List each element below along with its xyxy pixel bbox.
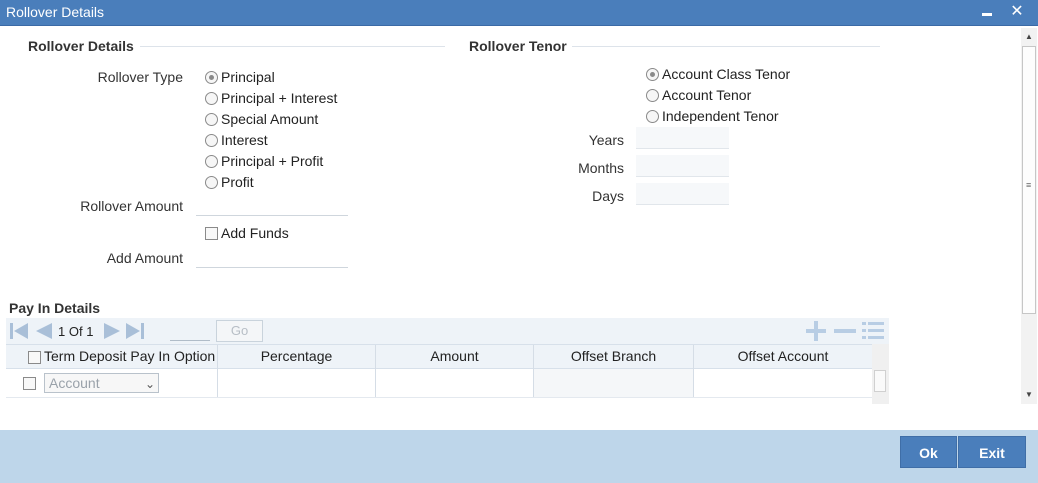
ok-button[interactable]: Ok [900,436,957,468]
pay-in-option-value: Account [49,375,100,391]
days-input[interactable] [636,183,729,205]
close-icon[interactable]: ✕ [1006,1,1028,23]
add-amount-label: Add Amount [106,250,183,266]
rollover-type-option-label: Principal + Profit [221,153,324,169]
minimize-icon[interactable] [976,1,998,23]
single-record-view-icon[interactable] [860,319,886,343]
section-divider [140,46,445,47]
rollover-type-option-0[interactable]: Principal [205,69,275,85]
rollover-tenor-option-2[interactable]: Independent Tenor [646,108,779,124]
window-title: Rollover Details [6,4,105,20]
previous-page-icon[interactable] [32,321,54,341]
days-label: Days [592,188,624,204]
rollover-type-radio[interactable] [205,70,218,84]
column-header-offset-account[interactable]: Offset Account [694,345,872,369]
rollover-tenor-option-label: Independent Tenor [662,108,779,124]
rollover-type-option-label: Principal + Interest [221,90,338,106]
delete-row-icon[interactable] [832,319,858,343]
offset-branch-cell[interactable] [534,369,694,397]
rollover-type-radio[interactable] [205,133,218,147]
rollover-tenor-option-1[interactable]: Account Tenor [646,87,751,103]
years-label: Years [588,132,624,148]
dialog-footer: Ok Exit [0,430,1038,483]
pay-in-pager: 1 Of 1 Go [6,318,889,344]
rollover-tenor-radio[interactable] [646,88,659,102]
rollover-tenor-option-label: Account Tenor [662,87,752,103]
total-pages: 1 [86,324,94,339]
scroll-grip-icon: ≡ [1026,180,1032,190]
rollover-type-radio[interactable] [205,175,218,189]
rollover-tenor-option-label: Account Class Tenor [662,66,791,82]
column-header-pay-in-option[interactable]: Term Deposit Pay In Option [6,345,218,369]
rollover-type-option-label: Interest [221,132,268,148]
last-page-icon[interactable] [124,321,148,341]
main-scrollbar-thumb[interactable]: ≡ [1022,46,1036,314]
exit-button[interactable]: Exit [958,436,1026,468]
scroll-down-icon[interactable]: ▼ [1025,390,1033,399]
rollover-tenor-radio[interactable] [646,109,659,123]
pay-in-grid-header: Term Deposit Pay In Option Percentage Am… [6,344,872,369]
first-page-icon[interactable] [8,321,32,341]
amount-cell[interactable] [376,369,534,397]
page-indicator: 1 Of 1 [58,324,93,339]
grid-scrollbar[interactable] [872,344,889,404]
column-header-amount[interactable]: Amount [376,345,534,369]
rollover-type-option-label: Profit [221,174,254,190]
select-all-checkbox[interactable] [28,351,41,364]
page-number-input[interactable] [170,321,210,341]
rollover-amount-input[interactable] [196,194,348,216]
percentage-cell[interactable] [218,369,376,397]
next-page-icon[interactable] [102,321,124,341]
main-scrollbar[interactable]: ▲ ≡ ▼ [1021,28,1037,404]
offset-account-cell[interactable] [694,369,872,397]
window-title-bar: Rollover Details ✕ [0,0,1038,26]
rollover-details-section-title: Rollover Details [28,38,134,54]
pay-in-option-cell: Account ⌄ [6,369,218,397]
add-funds-checkbox[interactable] [205,226,218,240]
rollover-type-label: Rollover Type [97,69,183,85]
scroll-up-icon[interactable]: ▲ [1025,32,1033,41]
rollover-tenor-section-title: Rollover Tenor [469,38,567,54]
add-funds-row[interactable]: Add Funds [205,225,289,241]
rollover-type-radio[interactable] [205,112,218,126]
pay-in-details-section-title: Pay In Details [9,300,101,316]
pay-in-option-select[interactable]: Account ⌄ [44,373,159,393]
months-label: Months [578,160,624,176]
rollover-type-option-label: Special Amount [221,111,319,127]
column-label: Term Deposit Pay In Option [44,348,216,364]
rollover-type-option-2[interactable]: Special Amount [205,111,318,127]
rollover-tenor-radio[interactable] [646,67,659,81]
years-input[interactable] [636,127,729,149]
chevron-down-icon: ⌄ [144,377,155,391]
row-select-checkbox[interactable] [23,377,36,390]
grid-scrollbar-thumb[interactable] [874,370,886,392]
add-amount-input[interactable] [196,246,348,268]
add-funds-label: Add Funds [221,225,289,241]
rollover-amount-label: Rollover Amount [80,198,183,214]
page-of-label: Of [68,324,83,339]
rollover-type-option-5[interactable]: Profit [205,174,254,190]
rollover-type-option-4[interactable]: Principal + Profit [205,153,323,169]
go-button[interactable]: Go [216,320,263,342]
add-row-icon[interactable] [804,319,828,343]
rollover-tenor-option-0[interactable]: Account Class Tenor [646,66,790,82]
rollover-type-radio[interactable] [205,154,218,168]
table-row: Account ⌄ [6,369,872,398]
rollover-type-option-1[interactable]: Principal + Interest [205,90,337,106]
current-page: 1 [58,324,66,339]
section-divider [572,46,880,47]
rollover-type-radio[interactable] [205,91,218,105]
rollover-type-option-3[interactable]: Interest [205,132,268,148]
months-input[interactable] [636,155,729,177]
column-header-percentage[interactable]: Percentage [218,345,376,369]
rollover-type-option-label: Principal [221,69,275,85]
column-header-offset-branch[interactable]: Offset Branch [534,345,694,369]
